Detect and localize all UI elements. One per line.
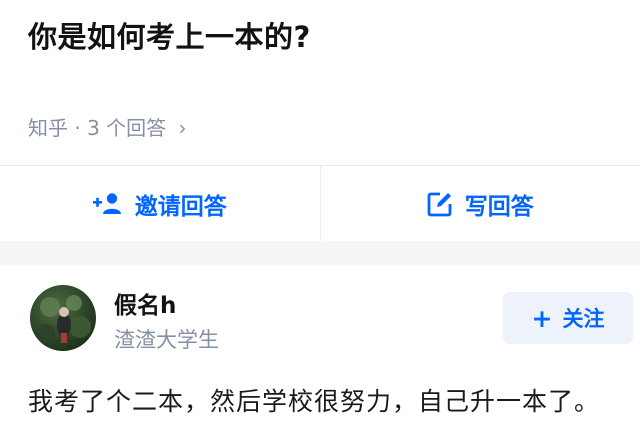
write-answer-button[interactable]: 写回答 bbox=[321, 166, 640, 242]
source-label: 知乎 bbox=[28, 116, 68, 140]
chevron-right-icon: › bbox=[178, 116, 187, 140]
invite-answer-label: 邀请回答 bbox=[134, 194, 227, 220]
question-title: 你是如何考上一本的? bbox=[28, 20, 311, 54]
author-avatar[interactable] bbox=[30, 285, 96, 351]
write-answer-label: 写回答 bbox=[464, 194, 534, 220]
avatar-image bbox=[37, 295, 91, 343]
question-meta[interactable]: 知乎 · 3 个回答 › bbox=[28, 112, 187, 141]
author-bio: 渣渣大学生 bbox=[114, 328, 219, 352]
answer-text[interactable]: 我考了个二本，然后学校很努力，自己升一本了。 bbox=[28, 380, 618, 424]
question-actions: 邀请回答 写回答 bbox=[0, 165, 640, 242]
author-name[interactable]: 假名h bbox=[114, 286, 176, 320]
answer-count: 3 个回答 bbox=[87, 116, 167, 140]
section-gap bbox=[0, 241, 640, 265]
follow-button[interactable]: + 关注 bbox=[503, 292, 633, 344]
plus-icon: + bbox=[531, 303, 553, 333]
follow-label: 关注 bbox=[562, 307, 605, 331]
invite-answer-button[interactable]: 邀请回答 bbox=[0, 166, 320, 242]
edit-icon bbox=[427, 192, 452, 217]
meta-separator: · bbox=[74, 116, 81, 140]
add-user-icon bbox=[92, 193, 121, 214]
